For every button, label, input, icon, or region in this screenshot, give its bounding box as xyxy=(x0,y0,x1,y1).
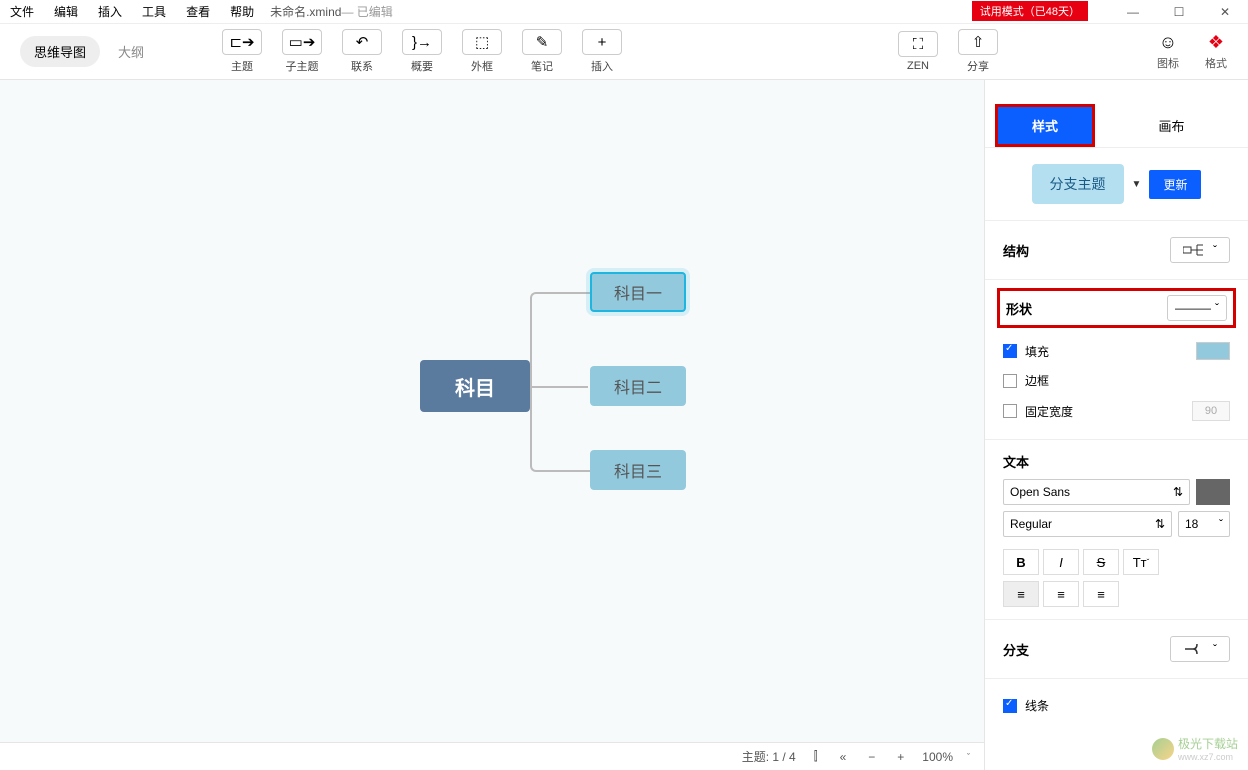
strike-button[interactable]: S xyxy=(1083,549,1119,575)
italic-button[interactable]: I xyxy=(1043,549,1079,575)
format-panel-button[interactable]: ❖ 格式 xyxy=(1194,32,1238,71)
icon-panel-button[interactable]: ☺ 图标 xyxy=(1146,32,1190,71)
minimap-button[interactable]: ⫿ xyxy=(810,749,822,764)
chevron-down-icon: ˇ xyxy=(1213,243,1217,257)
line-checkbox[interactable] xyxy=(1003,699,1017,713)
align-center-button[interactable]: ≡ xyxy=(1043,581,1079,607)
line-label: 线条 xyxy=(1025,697,1049,714)
branch-icon xyxy=(1183,642,1209,656)
chevron-down-icon[interactable]: ˇ xyxy=(967,752,970,762)
zen-icon: ⛶ xyxy=(898,31,938,57)
updown-icon: ⇅ xyxy=(1155,517,1165,531)
tool-note[interactable]: ✎ 笔记 xyxy=(518,29,566,74)
connector xyxy=(530,386,560,472)
tool-zen[interactable]: ⛶ ZEN xyxy=(894,31,942,72)
window-minimize[interactable]: — xyxy=(1110,0,1156,24)
tool-insert[interactable]: + 插入 xyxy=(578,29,626,74)
fixed-width-input[interactable] xyxy=(1192,401,1230,421)
menu-file[interactable]: 文件 xyxy=(0,3,44,20)
menu-insert[interactable]: 插入 xyxy=(88,3,132,20)
topic-type-dropdown[interactable]: ▼ xyxy=(1132,179,1142,190)
chevron-down-icon: ˇ xyxy=(1219,517,1223,531)
mindmap-canvas[interactable]: 科目 科目一 科目二 科目三 xyxy=(0,80,984,770)
zoom-in-button[interactable]: + xyxy=(893,750,908,764)
fill-label: 填充 xyxy=(1025,343,1049,360)
summary-icon: }→ xyxy=(402,29,442,55)
fill-color-swatch[interactable] xyxy=(1196,342,1230,360)
brush-icon: ❖ xyxy=(1208,32,1224,53)
panel-tab-canvas[interactable]: 画布 xyxy=(1095,104,1248,147)
line-shape-icon: ——— xyxy=(1175,301,1211,315)
menu-tools[interactable]: 工具 xyxy=(132,3,176,20)
chevron-down-icon: ˇ xyxy=(1147,558,1150,567)
connector xyxy=(560,292,590,294)
topic-count: 主题: 1 / 4 xyxy=(742,748,796,765)
topic-icon: ⊏➔ xyxy=(222,29,262,55)
root-node[interactable]: 科目 xyxy=(420,360,530,412)
tool-topic[interactable]: ⊏➔ 主题 xyxy=(218,29,266,74)
bold-button[interactable]: B xyxy=(1003,549,1039,575)
tool-relationship[interactable]: ↶ 联系 xyxy=(338,29,386,74)
window-close[interactable]: ✕ xyxy=(1202,0,1248,24)
trial-badge[interactable]: 试用模式（已48天） xyxy=(972,1,1088,21)
branch-picker[interactable]: ˇ xyxy=(1170,636,1230,662)
border-checkbox[interactable] xyxy=(1003,374,1017,388)
border-label: 边框 xyxy=(1025,372,1049,389)
zoom-out-button[interactable]: − xyxy=(864,750,879,764)
chevron-down-icon: ˇ xyxy=(1213,642,1217,656)
insert-icon: + xyxy=(582,29,622,55)
subtopic-icon: ▭➔ xyxy=(282,29,322,55)
subtopic-node-3[interactable]: 科目三 xyxy=(590,450,686,490)
watermark: 极光下载站 www.xz7.com xyxy=(1152,735,1238,762)
panel-tab-style[interactable]: 样式 xyxy=(995,104,1095,147)
font-size-select[interactable]: 18 ˇ xyxy=(1178,511,1230,537)
watermark-icon xyxy=(1152,738,1174,760)
tool-subtopic[interactable]: ▭➔ 子主题 xyxy=(278,29,326,74)
subtopic-node-1[interactable]: 科目一 xyxy=(590,272,686,312)
relationship-icon: ↶ xyxy=(342,29,382,55)
align-right-button[interactable]: ≡ xyxy=(1083,581,1119,607)
emoji-icon: ☺ xyxy=(1159,32,1177,53)
fixed-width-label: 固定宽度 xyxy=(1025,403,1073,420)
connector xyxy=(560,470,590,472)
connector xyxy=(530,292,560,386)
menu-view[interactable]: 查看 xyxy=(176,3,220,20)
text-section-label: 文本 xyxy=(1003,452,1230,471)
view-mindmap-button[interactable]: 思维导图 xyxy=(20,36,100,67)
chevron-down-icon: ˇ xyxy=(1215,301,1219,315)
subtopic-node-2[interactable]: 科目二 xyxy=(590,366,686,406)
tool-boundary[interactable]: ⬚ 外框 xyxy=(458,29,506,74)
fill-checkbox[interactable] xyxy=(1003,344,1017,358)
fixed-width-checkbox[interactable] xyxy=(1003,404,1017,418)
text-transform-button[interactable]: Tᴛˇ xyxy=(1123,549,1159,575)
boundary-icon: ⬚ xyxy=(462,29,502,55)
font-family-select[interactable]: Open Sans ⇅ xyxy=(1003,479,1190,505)
tool-summary[interactable]: }→ 概要 xyxy=(398,29,446,74)
menu-help[interactable]: 帮助 xyxy=(220,3,264,20)
topic-type-chip[interactable]: 分支主题 xyxy=(1032,164,1124,204)
updown-icon: ⇅ xyxy=(1173,485,1183,499)
structure-picker[interactable]: ˇ xyxy=(1170,237,1230,263)
window-maximize[interactable]: ☐ xyxy=(1156,0,1202,24)
structure-label: 结构 xyxy=(1003,241,1029,260)
share-icon: ⇧ xyxy=(958,29,998,55)
view-outline-button[interactable]: 大纲 xyxy=(104,36,158,67)
document-edited-indicator: — 已编辑 xyxy=(341,3,392,20)
structure-icon xyxy=(1183,243,1209,257)
note-icon: ✎ xyxy=(522,29,562,55)
format-panel: 样式 画布 分支主题 ▼ 更新 结构 ˇ 形状 ——— ˇ xyxy=(984,80,1248,770)
branch-label: 分支 xyxy=(1003,640,1029,659)
update-style-button[interactable]: 更新 xyxy=(1149,170,1201,199)
document-filename: 未命名.xmind xyxy=(264,3,341,20)
tool-share[interactable]: ⇧ 分享 xyxy=(954,29,1002,74)
font-weight-select[interactable]: Regular ⇅ xyxy=(1003,511,1172,537)
align-left-button[interactable]: ≡ xyxy=(1003,581,1039,607)
collapse-button[interactable]: « xyxy=(836,750,851,764)
shape-label: 形状 xyxy=(1006,299,1032,318)
font-color-swatch[interactable] xyxy=(1196,479,1230,505)
menu-edit[interactable]: 编辑 xyxy=(44,3,88,20)
shape-picker[interactable]: ——— ˇ xyxy=(1167,295,1227,321)
zoom-level[interactable]: 100% xyxy=(922,750,953,764)
